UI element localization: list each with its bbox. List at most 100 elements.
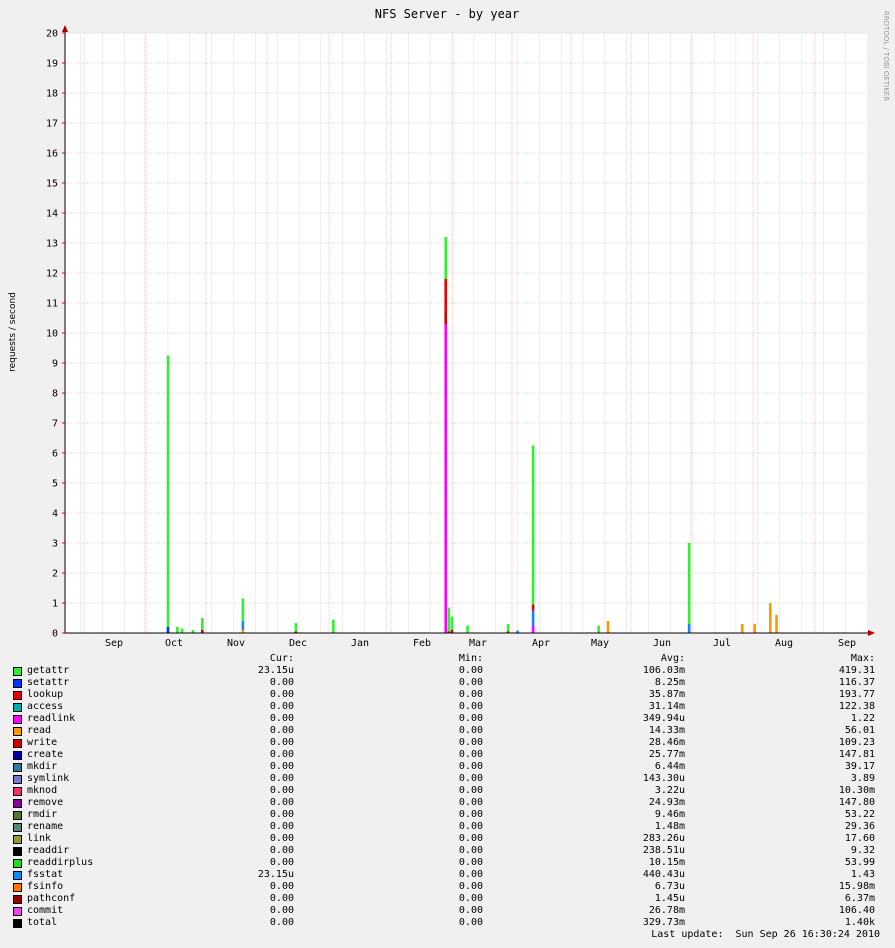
y-tick-label: 16 [46,149,58,160]
max-header: Max: [850,653,875,664]
y-tick-label: 20 [46,29,58,40]
legend-swatch [13,739,22,748]
legend-name: readdirplus [27,857,94,868]
legend-swatch [13,883,22,892]
legend-swatch [13,823,22,832]
spike-segment-getattr [447,607,451,632]
legend-swatch [13,751,22,760]
y-tick-label: 4 [52,509,58,520]
y-tick-label: 3 [52,539,58,550]
legend-min-value: 0.00 [458,773,483,784]
legend-min-value: 0.00 [458,869,483,880]
legend-row-create: create 0.00 0.00 25.77m 147.81 [0,749,895,761]
legend-avg-value: 6.73u [654,881,685,892]
legend-name: mknod [27,785,58,796]
legend-max-value: 29.36 [844,821,875,832]
spike-segment-read [740,624,744,633]
legend-swatch [13,667,22,676]
legend-cur-value: 23.15u [257,869,294,880]
legend-row-access: access 0.00 0.00 31.14m 122.38 [0,701,895,713]
avg-header: Avg: [660,653,685,664]
legend-cur-value: 0.00 [269,737,294,748]
spike-segment-getattr [450,616,454,630]
legend-cur-value: 0.00 [269,773,294,784]
legend-cur-value: 0.00 [269,797,294,808]
spike-segment-lookup [444,279,448,312]
legend-max-value: 3.89 [850,773,875,784]
spike-segment-lookup [531,604,535,611]
y-tick-label: 14 [46,209,58,220]
legend-max-value: 6.37m [844,893,875,904]
legend-cur-value: 0.00 [269,857,294,868]
legend-cur-value: 0.00 [269,701,294,712]
legend-row-mknod: mknod 0.00 0.00 3.22u 10.30m [0,785,895,797]
legend-row-commit: commit 0.00 0.00 26.78m 106.40 [0,905,895,917]
legend-avg-value: 9.46m [654,809,685,820]
y-tick-label: 8 [52,389,58,400]
legend-row-pathconf: pathconf 0.00 0.00 1.45u 6.37m [0,893,895,905]
legend-row-rmdir: rmdir 0.00 0.00 9.46m 53.22 [0,809,895,821]
legend-max-value: 116.37 [838,677,875,688]
legend-swatch [13,763,22,772]
legend-min-value: 0.00 [458,881,483,892]
spike-segment-read [753,624,756,633]
x-tick-label: Apr [532,638,550,649]
spike-segment-write [444,312,448,324]
legend-swatch [13,703,22,712]
legend-avg-value: 31.14m [648,701,685,712]
legend-row-total: total 0.00 0.00 329.73m 1.40k [0,917,895,929]
legend-name: create [27,749,64,760]
legend-name: write [27,737,58,748]
legend-name: link [27,833,52,844]
legend-row-link: link 0.00 0.00 283.26u 17.60 [0,833,895,845]
x-tick-label: Sep [105,638,123,649]
legend-avg-value: 283.26u [642,833,685,844]
legend-swatch [13,907,22,916]
x-tick-label: Jan [351,638,369,649]
spike-segment-read [606,621,610,633]
legend-max-value: 17.60 [844,833,875,844]
legend-row-symlink: symlink 0.00 0.00 143.30u 3.89 [0,773,895,785]
spike-segment-getattr [597,625,600,633]
legend-cur-value: 0.00 [269,917,294,928]
spike-segment-getattr [687,543,691,624]
spike-segment-getattr [180,628,184,633]
legend-name: readlink [27,713,76,724]
legend-name: commit [27,905,64,916]
legend-cur-value: 0.00 [269,689,294,700]
chart-canvas: 01234567891011121314151617181920 Sep Oct N… [0,0,895,660]
x-tick-label: Mar [469,638,487,649]
cur-header: Cur: [269,653,294,664]
legend-avg-value: 10.15m [648,857,685,868]
spike-segment-getattr [294,623,298,632]
y-tick-label: 6 [52,449,58,460]
legend-swatch [13,847,22,856]
legend-min-value: 0.00 [458,737,483,748]
legend-row-fsstat: fsstat 23.15u 0.00 440.43u 1.43 [0,869,895,881]
y-tick-label: 18 [46,89,58,100]
legend-swatch [13,775,22,784]
legend-swatch [13,835,22,844]
spike-segment-getattr [166,355,170,627]
spike-segment-getattr [176,627,179,633]
spike-segment-getattr [466,625,469,633]
y-tick-label: 0 [52,629,58,640]
legend-max-value: 10.30m [838,785,875,796]
legend-name: pathconf [27,893,76,904]
y-tick-label: 11 [46,299,58,310]
legend-swatch [13,811,22,820]
legend-name: lookup [27,689,64,700]
legend-cur-value: 23.15u [257,665,294,676]
legend-cur-value: 0.00 [269,893,294,904]
legend-min-value: 0.00 [458,689,483,700]
legend-name: fsstat [27,869,64,880]
legend-row-readlink: readlink 0.00 0.00 349.94u 1.22 [0,713,895,725]
legend-max-value: 53.22 [844,809,875,820]
x-tick-label: Aug [775,638,793,649]
y-tick-label: 19 [46,59,58,70]
legend-avg-value: 8.25m [654,677,685,688]
legend-swatch [13,691,22,700]
legend-cur-value: 0.00 [269,785,294,796]
spike-segment-setattr [166,627,170,633]
legend-avg-value: 14.33m [648,725,685,736]
